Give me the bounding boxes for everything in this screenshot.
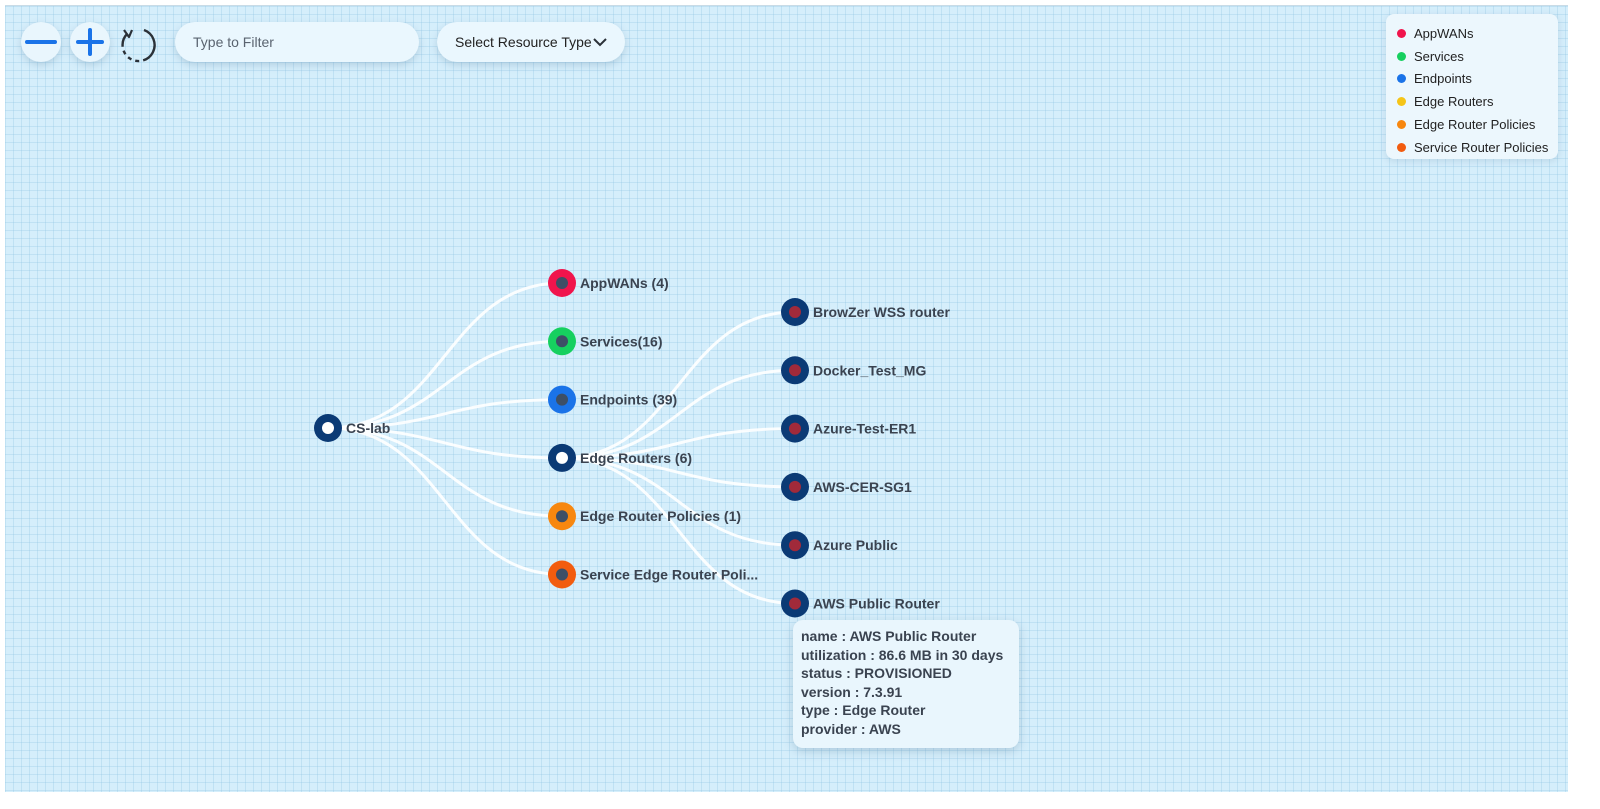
node-core: [556, 393, 568, 406]
node-label: Azure-Test-ER1: [813, 421, 916, 437]
legend-item-endpoints[interactable]: Endpoints: [1397, 68, 1558, 91]
tooltip-line: version : 7.3.91: [801, 683, 903, 700]
tooltip-line: provider : AWS: [801, 720, 901, 737]
tooltip-line: status : PROVISIONED: [801, 665, 952, 682]
legend-item-edge-router-policies[interactable]: Edge Router Policies: [1397, 113, 1558, 136]
node-router-docker-test-mg[interactable]: Docker_Test_MG: [781, 356, 926, 385]
node-label: CS-lab: [346, 420, 390, 436]
node-router-aws-cer-sg1[interactable]: AWS-CER-SG1: [781, 472, 912, 501]
node-label: AWS Public Router: [813, 596, 940, 612]
legend-dot: [1397, 28, 1406, 38]
node-label: AWS-CER-SG1: [813, 479, 912, 495]
legend-dot: [1397, 74, 1406, 84]
tooltip-line: name : AWS Public Router: [801, 628, 977, 644]
legend-label: AppWANs: [1414, 25, 1474, 41]
node-label: Services(16): [580, 333, 663, 349]
node-label: Edge Routers (6): [580, 450, 692, 466]
node-core: [556, 568, 568, 581]
legend-item-services[interactable]: Services: [1397, 45, 1558, 68]
node-router-aws-public-router[interactable]: AWS Public Router: [781, 589, 940, 618]
legend-label: Edge Routers: [1414, 94, 1494, 110]
link-root-to-category: [327, 426, 563, 576]
legend: AppWANs Services Endpoints Edge Routers Edge…: [1386, 14, 1558, 159]
legend-dot: [1397, 120, 1406, 130]
legend-label: Service Router Policies: [1414, 139, 1549, 155]
node-label: Azure Public: [813, 537, 898, 553]
link-root-to-category: [327, 281, 563, 430]
node-label: Edge Router Policies (1): [580, 508, 741, 524]
legend-label: Edge Router Policies: [1414, 117, 1536, 133]
topology-graph: CS-lab AppWANs (4) Services(16) Endpoints (…: [314, 269, 950, 618]
node-label: Docker_Test_MG: [813, 362, 926, 378]
node-core: [789, 422, 801, 435]
node-core: [556, 277, 568, 289]
node-label: AppWANs (4): [580, 275, 669, 291]
legend-item-appwans[interactable]: AppWANs: [1397, 22, 1558, 45]
legend-item-service-router-policies[interactable]: Service Router Policies: [1397, 136, 1558, 159]
tooltip-line: utilization : 86.6 MB in 30 days: [801, 646, 1004, 663]
node-core: [789, 597, 801, 610]
legend-item-edge-routers[interactable]: Edge Routers: [1397, 90, 1558, 113]
node-label: Endpoints (39): [580, 392, 677, 408]
node-label: BrowZer WSS router: [813, 304, 950, 320]
topology-canvas[interactable]: Select Resource Type CS-labAppWANs (4)Se…: [5, 5, 1568, 792]
node-router-azure-test-er1[interactable]: Azure-Test-ER1: [781, 414, 916, 443]
node-core: [789, 539, 801, 552]
node-tooltip: name : AWS Public Router utilization : 86…: [793, 620, 1019, 748]
node-router-browzer-wss-router[interactable]: BrowZer WSS router: [781, 298, 950, 326]
node-category-service-edge-router-poli[interactable]: Service Edge Router Poli...: [548, 560, 758, 589]
tooltip-line: type : Edge Router: [801, 702, 926, 719]
node-category-appwans[interactable]: AppWANs (4): [548, 269, 669, 297]
node-core: [556, 335, 568, 348]
node-core: [322, 422, 334, 434]
node-core: [556, 510, 568, 523]
node-core: [789, 364, 801, 377]
legend-dot: [1397, 142, 1406, 152]
node-router-azure-public[interactable]: Azure Public: [781, 531, 898, 560]
node-core: [556, 451, 568, 464]
legend-label: Endpoints: [1414, 71, 1472, 87]
node-core: [789, 306, 801, 318]
legend-label: Services: [1414, 48, 1464, 64]
legend-dot: [1397, 97, 1406, 107]
node-core: [789, 480, 801, 493]
node-label: Service Edge Router Poli...: [580, 567, 758, 583]
node-category-services[interactable]: Services(16): [548, 327, 663, 356]
legend-dot: [1397, 51, 1406, 61]
